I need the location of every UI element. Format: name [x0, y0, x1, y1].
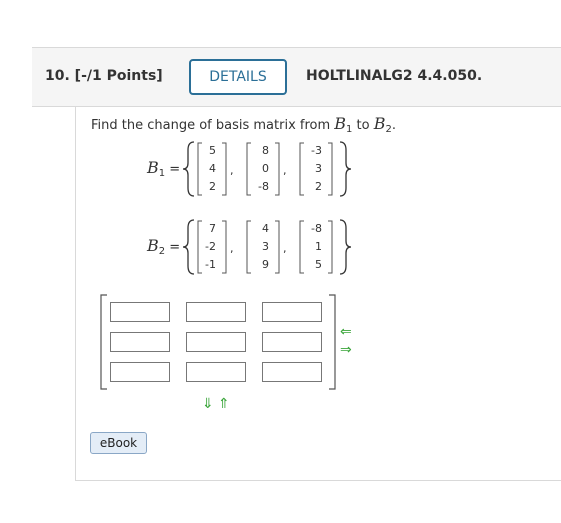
set-b1-vectors: 5 4 2 , 8 0 -8 , -3 3 2: [182, 141, 352, 197]
vector-3: -8 1 5: [299, 220, 333, 274]
b1-v3-entry-2: 3: [315, 162, 322, 175]
vector-1: 5 4 2: [197, 142, 227, 196]
b1-v3-entry-3: 2: [315, 180, 322, 193]
b1-v3-entry-1: -3: [311, 144, 322, 157]
answer-cell-r1c2[interactable]: [186, 302, 246, 322]
up-arrow-icon[interactable]: ⇑: [218, 397, 230, 411]
prompt-text-middle: to: [352, 118, 374, 133]
b1-v2-entry-2: 0: [262, 162, 269, 175]
b1-v1-entry-3: 2: [209, 180, 216, 193]
left-brace: [182, 141, 195, 197]
answer-cell-r3c2[interactable]: [186, 362, 246, 382]
prompt-text-after: .: [391, 118, 397, 133]
answer-cell-r2c1[interactable]: [110, 332, 170, 352]
b1-v1-entry-1: 5: [209, 144, 216, 157]
details-button[interactable]: DETAILS: [189, 59, 287, 95]
svg-text:,: ,: [230, 242, 234, 255]
question-header: 10. [-/1 Points] DETAILS HOLTLINALG2 4.4…: [32, 47, 561, 107]
question-number: 10. [-/1 Points]: [45, 68, 163, 84]
answer-cell-r2c2[interactable]: [186, 332, 246, 352]
b2-v3-entry-2: 1: [315, 240, 322, 253]
b2-v2-entry-2: 3: [262, 240, 269, 253]
answer-cell-r3c3[interactable]: [262, 362, 322, 382]
ebook-button[interactable]: eBook: [90, 432, 147, 454]
set-b1-subscript: 1: [158, 168, 166, 179]
set-b2-label: B2 =: [147, 236, 180, 257]
basis-b1-symbol: B: [334, 114, 347, 133]
b2-v2-entry-3: 9: [262, 258, 269, 271]
question-prompt: Find the change of basis matrix from B1 …: [91, 114, 396, 135]
answer-cell-r3c1[interactable]: [110, 362, 170, 382]
set-b2-vectors: 7 -2 -1 , 4 3 9 , -8 1 5: [182, 219, 352, 275]
b1-v2-entry-3: -8: [258, 180, 269, 193]
b2-v3-entry-3: 5: [315, 258, 322, 271]
b1-v2-entry-1: 8: [262, 144, 269, 157]
set-b1-equals: =: [169, 162, 181, 177]
set-b1-label: B1 =: [147, 158, 180, 179]
b2-v1-entry-1: 7: [209, 222, 216, 235]
svg-text:,: ,: [230, 164, 234, 177]
svg-text:,: ,: [283, 164, 287, 177]
set-b2-symbol: B: [147, 236, 159, 255]
left-arrow-icon[interactable]: ⇐: [340, 325, 352, 339]
set-b1-symbol: B: [147, 158, 159, 177]
b1-v1-entry-2: 4: [209, 162, 216, 175]
set-b2-subscript: 2: [158, 246, 166, 257]
svg-text:,: ,: [283, 242, 287, 255]
set-b2-equals: =: [169, 240, 181, 255]
left-brace: [182, 219, 195, 275]
b2-v1-entry-3: -1: [205, 258, 216, 271]
prompt-text-before: Find the change of basis matrix from: [91, 118, 335, 133]
right-arrow-icon[interactable]: ⇒: [340, 343, 352, 357]
right-brace: [339, 219, 352, 275]
answer-cell-r2c3[interactable]: [262, 332, 322, 352]
down-arrow-icon[interactable]: ⇓: [202, 397, 214, 411]
answer-cell-r1c3[interactable]: [262, 302, 322, 322]
basis-b2-symbol: B: [373, 114, 386, 133]
b2-v3-entry-1: -8: [311, 222, 322, 235]
answer-cell-r1c1[interactable]: [110, 302, 170, 322]
vector-1: 7 -2 -1: [197, 220, 227, 274]
question-code: HOLTLINALG2 4.4.050.: [306, 68, 483, 84]
b2-v1-entry-2: -2: [205, 240, 216, 253]
right-brace: [339, 141, 352, 197]
vector-3: -3 3 2: [299, 142, 333, 196]
b2-v2-entry-1: 4: [262, 222, 269, 235]
vector-2: 4 3 9: [246, 220, 280, 274]
vector-2: 8 0 -8: [246, 142, 280, 196]
